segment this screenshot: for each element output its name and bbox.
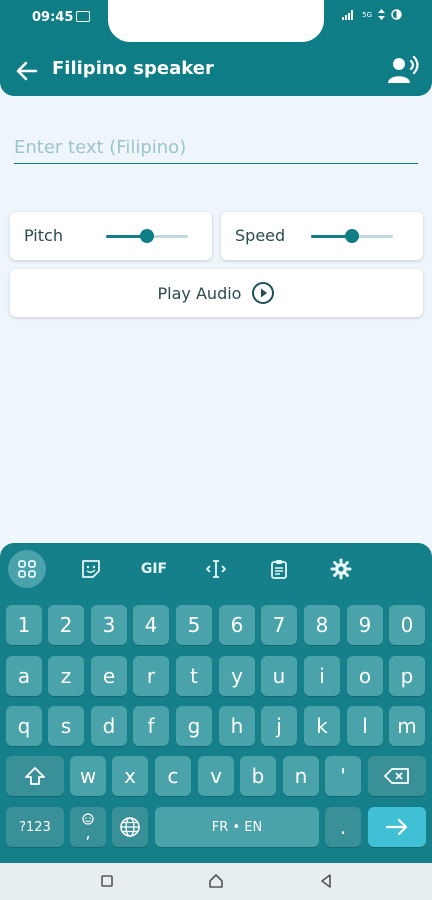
backspace-icon [384, 768, 409, 784]
key-b[interactable]: b [240, 756, 276, 796]
pitch-slider[interactable] [106, 229, 188, 243]
battery-icon [391, 9, 402, 20]
key-h[interactable]: h [219, 706, 255, 746]
keyboard: GIF 1 2 3 4 5 6 7 8 9 0 a z e r t y u i … [0, 543, 432, 863]
clipboard-icon[interactable] [260, 550, 298, 588]
key-x[interactable]: x [112, 756, 148, 796]
key-n[interactable]: n [283, 756, 319, 796]
key-4[interactable]: 4 [133, 605, 169, 645]
shift-key[interactable] [6, 756, 64, 796]
key-y[interactable]: y [219, 656, 255, 696]
language-globe-key[interactable] [112, 807, 148, 847]
globe-icon [120, 817, 140, 837]
symbols-key[interactable]: ?123 [6, 807, 64, 847]
key-2[interactable]: 2 [48, 605, 84, 645]
key-1[interactable]: 1 [6, 605, 42, 645]
status-icons: 5G [342, 9, 402, 20]
apps-grid-icon[interactable] [8, 550, 46, 588]
key-9[interactable]: 9 [347, 605, 383, 645]
play-audio-button[interactable]: Play Audio [10, 269, 423, 317]
key-p[interactable]: p [389, 656, 425, 696]
key-3[interactable]: 3 [91, 605, 127, 645]
status-time: 09:45 [32, 10, 74, 25]
key-e[interactable]: e [91, 656, 127, 696]
recents-icon[interactable] [99, 873, 115, 889]
key-t[interactable]: t [176, 656, 212, 696]
mail-icon [76, 11, 90, 22]
system-nav-bar [0, 863, 432, 900]
settings-gear-icon[interactable] [322, 550, 360, 588]
key-d[interactable]: d [91, 706, 127, 746]
key-w[interactable]: w [70, 756, 106, 796]
key-6[interactable]: 6 [219, 605, 255, 645]
pitch-slider-thumb[interactable] [140, 229, 154, 243]
key-u[interactable]: u [261, 656, 297, 696]
shift-icon [25, 767, 45, 785]
emoji-comma-key[interactable]: , [70, 807, 106, 847]
back-nav-icon[interactable] [318, 873, 334, 889]
play-circle-icon [252, 282, 275, 304]
key-7[interactable]: 7 [261, 605, 297, 645]
play-audio-label: Play Audio [157, 283, 242, 303]
key-c[interactable]: c [155, 756, 191, 796]
speed-control: Speed [221, 212, 423, 260]
speed-slider[interactable] [311, 229, 393, 243]
keyboard-toolbar: GIF [0, 543, 432, 595]
arrow-right-icon [385, 818, 408, 836]
sticker-icon[interactable] [72, 550, 110, 588]
key-f[interactable]: f [133, 706, 169, 746]
key-r[interactable]: r [133, 656, 169, 696]
key-o[interactable]: o [347, 656, 383, 696]
key-l[interactable]: l [347, 706, 383, 746]
text-input[interactable] [14, 132, 418, 164]
speed-label: Speed [235, 226, 286, 245]
key-v[interactable]: v [198, 756, 234, 796]
key-m[interactable]: m [389, 706, 425, 746]
key-5[interactable]: 5 [176, 605, 212, 645]
key-a[interactable]: a [6, 656, 42, 696]
app-bar: 09:45 5G Filipino speaker [0, 0, 432, 96]
comma-label: , [85, 823, 91, 842]
camera-notch [108, 0, 324, 42]
arrow-left-icon[interactable] [14, 58, 40, 84]
key-q[interactable]: q [6, 706, 42, 746]
pitch-label: Pitch [24, 226, 63, 245]
key-s[interactable]: s [48, 706, 84, 746]
pitch-control: Pitch [10, 212, 212, 260]
page-title: Filipino speaker [52, 58, 214, 79]
key-8[interactable]: 8 [304, 605, 340, 645]
data-arrows-icon [378, 9, 385, 20]
home-icon[interactable] [208, 873, 224, 889]
key-0[interactable]: 0 [389, 605, 425, 645]
backspace-key[interactable] [368, 756, 426, 796]
network-type: 5G [362, 10, 372, 19]
space-key[interactable]: FR • EN [155, 807, 319, 847]
key-z[interactable]: z [48, 656, 84, 696]
period-key[interactable]: . [325, 807, 361, 847]
enter-key[interactable] [368, 807, 426, 847]
key-g[interactable]: g [176, 706, 212, 746]
text-cursor-icon[interactable] [197, 550, 235, 588]
voice-speaker-icon[interactable] [386, 55, 420, 85]
speed-slider-thumb[interactable] [345, 229, 359, 243]
key-j[interactable]: j [261, 706, 297, 746]
key-i[interactable]: i [304, 656, 340, 696]
key-k[interactable]: k [304, 706, 340, 746]
key-apostrophe[interactable]: ' [325, 756, 361, 796]
gif-button[interactable]: GIF [135, 550, 173, 588]
signal-icon [342, 10, 354, 20]
